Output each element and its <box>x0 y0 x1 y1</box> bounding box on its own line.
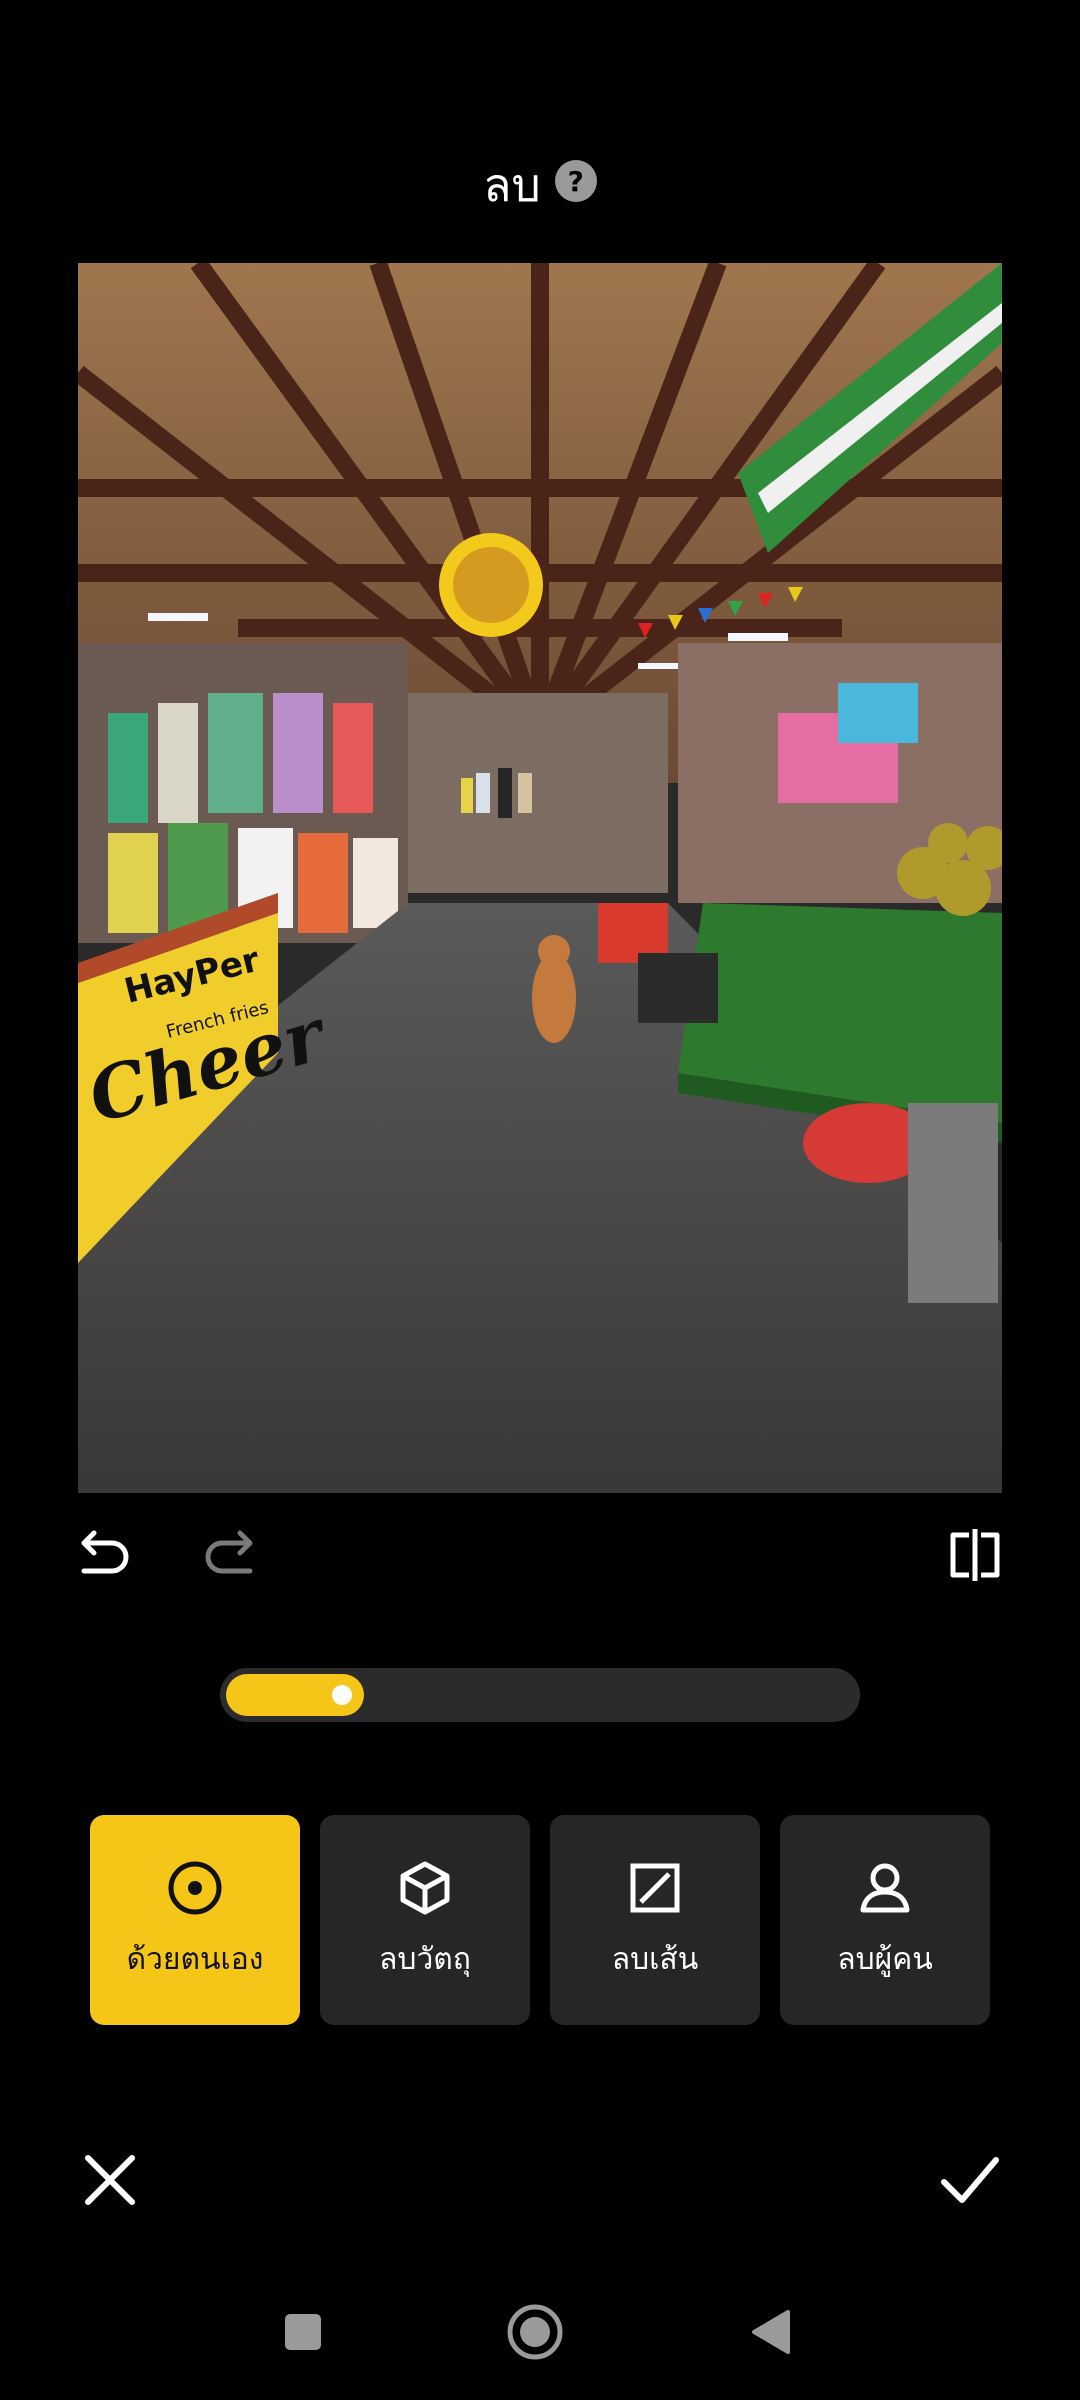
mode-remove-lines[interactable]: ลบเส้น <box>550 1815 760 2025</box>
square-icon[interactable] <box>273 2302 333 2362</box>
cube-icon <box>400 1861 450 1914</box>
redo-icon[interactable] <box>200 1525 260 1585</box>
brush-size-slider[interactable] <box>220 1668 860 1722</box>
check-icon[interactable] <box>938 2148 1002 2212</box>
photo-canvas[interactable]: HayPer French fries Cheer <box>78 263 1002 1493</box>
person-icon <box>860 1863 910 1912</box>
header: ลบ ? <box>0 150 1080 220</box>
market-photo: HayPer French fries Cheer <box>78 263 1002 1493</box>
close-icon[interactable] <box>78 2148 142 2212</box>
mode-remove-people[interactable]: ลบผู้คน <box>780 1815 990 2025</box>
question-circle-icon[interactable]: ? <box>554 160 597 202</box>
mode-remove-object[interactable]: ลบวัตถุ <box>320 1815 530 2025</box>
system-navigation-bar <box>0 2280 1080 2380</box>
mode-label: ลบวัตถุ <box>379 1941 471 1977</box>
erase-mode-selector: ด้วยตนเอง ลบวัตถุ ลบเส้น ลบผู้คน <box>90 1815 992 2025</box>
mode-label: ลบผู้คน <box>837 1941 933 1977</box>
undo-icon[interactable] <box>74 1525 134 1585</box>
mode-label: ลบเส้น <box>611 1941 699 1977</box>
triangle-back-icon[interactable] <box>740 2302 800 2362</box>
target-icon <box>168 1861 222 1914</box>
circle-icon[interactable] <box>505 2302 565 2362</box>
page-title: ลบ <box>483 157 541 212</box>
compare-icon[interactable] <box>945 1525 1005 1585</box>
mode-label: ด้วยตนเอง <box>126 1941 264 1977</box>
line-square-icon <box>630 1863 680 1912</box>
mode-manual[interactable]: ด้วยตนเอง <box>90 1815 300 2025</box>
